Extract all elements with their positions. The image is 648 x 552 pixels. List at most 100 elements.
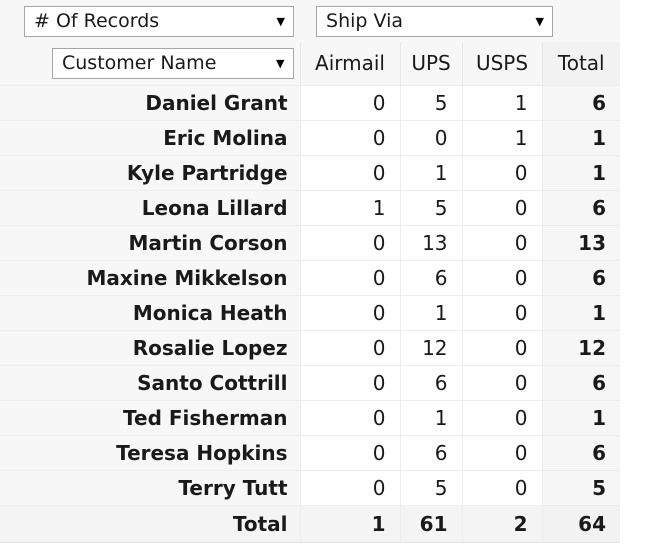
cell-total[interactable]: 12 bbox=[541, 329, 621, 365]
cell-usps[interactable]: 0 bbox=[461, 294, 543, 330]
cell-usps[interactable]: 0 bbox=[461, 259, 543, 295]
measure-dropdown-label: # Of Records bbox=[34, 9, 160, 32]
pivot-header: # Of Records ▼ Ship Via ▼ Customer Name bbox=[0, 0, 621, 85]
cell-total[interactable]: 6 bbox=[541, 434, 621, 470]
row-gutter bbox=[0, 154, 52, 190]
row-header-label[interactable]: Kyle Partridge bbox=[52, 154, 301, 190]
table-row[interactable]: Eric Molina 0 0 1 1 bbox=[0, 119, 621, 155]
table-row[interactable]: Terry Tutt 0 5 0 5 bbox=[0, 469, 621, 505]
row-header-label[interactable]: Monica Heath bbox=[52, 294, 301, 330]
cell-usps[interactable]: 0 bbox=[461, 434, 543, 470]
row-header-label[interactable]: Santo Cottrill bbox=[52, 364, 301, 400]
row-gutter bbox=[0, 469, 52, 505]
row-header-label[interactable]: Rosalie Lopez bbox=[52, 329, 301, 365]
table-row[interactable]: Leona Lillard 1 5 0 6 bbox=[0, 189, 621, 225]
cell-ups[interactable]: 6 bbox=[399, 364, 463, 400]
pivot-table-root: # Of Records ▼ Ship Via ▼ Customer Name bbox=[0, 0, 648, 552]
cell-usps[interactable]: 1 bbox=[461, 84, 543, 120]
pivot-table: # Of Records ▼ Ship Via ▼ Customer Name bbox=[0, 0, 621, 543]
row-gutter bbox=[0, 294, 52, 330]
table-row[interactable]: Martin Corson 0 13 0 13 bbox=[0, 224, 621, 260]
cell-airmail[interactable]: 0 bbox=[299, 119, 401, 155]
cell-ups[interactable]: 12 bbox=[399, 329, 463, 365]
row-gutter bbox=[0, 434, 52, 470]
column-field-selector-cell: Ship Via ▼ bbox=[300, 0, 621, 42]
column-header-total[interactable]: Total bbox=[541, 42, 621, 85]
row-header-label[interactable]: Leona Lillard bbox=[52, 189, 301, 225]
cell-ups[interactable]: 13 bbox=[399, 224, 463, 260]
table-row[interactable]: Daniel Grant 0 5 1 6 bbox=[0, 84, 621, 120]
cell-total[interactable]: 6 bbox=[541, 259, 621, 295]
cell-ups[interactable]: 0 bbox=[399, 119, 463, 155]
row-header-label[interactable]: Eric Molina bbox=[52, 119, 301, 155]
grand-total-label: Total bbox=[52, 504, 301, 543]
row-header-label[interactable]: Martin Corson bbox=[52, 224, 301, 260]
row-gutter bbox=[0, 364, 52, 400]
table-row[interactable]: Ted Fisherman 0 1 0 1 bbox=[0, 399, 621, 435]
cell-airmail[interactable]: 0 bbox=[299, 84, 401, 120]
cell-total[interactable]: 5 bbox=[541, 469, 621, 505]
column-header-airmail[interactable]: Airmail bbox=[299, 42, 401, 85]
cell-airmail[interactable]: 0 bbox=[299, 154, 401, 190]
row-gutter bbox=[0, 259, 52, 295]
cell-airmail[interactable]: 1 bbox=[299, 189, 401, 225]
chevron-down-icon: ▼ bbox=[535, 14, 545, 28]
cell-usps[interactable]: 0 bbox=[461, 469, 543, 505]
cell-total[interactable]: 13 bbox=[541, 224, 621, 260]
table-row[interactable]: Kyle Partridge 0 1 0 1 bbox=[0, 154, 621, 190]
cell-ups[interactable]: 5 bbox=[399, 469, 463, 505]
column-header-ups[interactable]: UPS bbox=[399, 42, 463, 85]
cell-total[interactable]: 6 bbox=[541, 364, 621, 400]
table-row[interactable]: Rosalie Lopez 0 12 0 12 bbox=[0, 329, 621, 365]
cell-airmail[interactable]: 0 bbox=[299, 259, 401, 295]
row-header-label[interactable]: Teresa Hopkins bbox=[52, 434, 301, 470]
row-header-label[interactable]: Ted Fisherman bbox=[52, 399, 301, 435]
cell-ups[interactable]: 6 bbox=[399, 259, 463, 295]
cell-airmail[interactable]: 0 bbox=[299, 469, 401, 505]
cell-ups[interactable]: 1 bbox=[399, 399, 463, 435]
cell-total[interactable]: 1 bbox=[541, 154, 621, 190]
cell-total[interactable]: 1 bbox=[541, 119, 621, 155]
row-header-label[interactable]: Daniel Grant bbox=[52, 84, 301, 120]
table-row[interactable]: Maxine Mikkelson 0 6 0 6 bbox=[0, 259, 621, 295]
cell-airmail[interactable]: 0 bbox=[299, 329, 401, 365]
cell-total[interactable]: 6 bbox=[541, 84, 621, 120]
cell-airmail[interactable]: 0 bbox=[299, 224, 401, 260]
chevron-down-icon: ▼ bbox=[276, 56, 285, 70]
column-header-usps[interactable]: USPS bbox=[461, 42, 543, 85]
cell-airmail[interactable]: 0 bbox=[299, 294, 401, 330]
grand-total-row: Total 1 61 2 64 bbox=[0, 504, 621, 543]
row-gutter bbox=[0, 119, 52, 155]
cell-total[interactable]: 6 bbox=[541, 189, 621, 225]
cell-usps[interactable]: 0 bbox=[461, 154, 543, 190]
table-row[interactable]: Santo Cottrill 0 6 0 6 bbox=[0, 364, 621, 400]
cell-ups[interactable]: 1 bbox=[399, 154, 463, 190]
cell-usps[interactable]: 0 bbox=[461, 399, 543, 435]
cell-usps[interactable]: 1 bbox=[461, 119, 543, 155]
cell-ups[interactable]: 5 bbox=[399, 189, 463, 225]
row-field-dropdown[interactable]: Customer Name ▼ bbox=[52, 47, 294, 79]
cell-usps[interactable]: 0 bbox=[461, 329, 543, 365]
cell-usps[interactable]: 0 bbox=[461, 364, 543, 400]
cell-airmail[interactable]: 0 bbox=[299, 399, 401, 435]
measure-dropdown[interactable]: # Of Records ▼ bbox=[24, 5, 295, 37]
cell-usps[interactable]: 0 bbox=[461, 224, 543, 260]
row-field-selector-cell: Customer Name ▼ bbox=[0, 42, 301, 85]
cell-airmail[interactable]: 0 bbox=[299, 364, 401, 400]
grand-total-ups: 61 bbox=[399, 504, 463, 543]
cell-ups[interactable]: 5 bbox=[399, 84, 463, 120]
row-gutter bbox=[0, 399, 52, 435]
table-row[interactable]: Teresa Hopkins 0 6 0 6 bbox=[0, 434, 621, 470]
row-field-and-column-headers-row: Customer Name ▼ Airmail UPS USPS Total bbox=[0, 42, 621, 85]
column-field-dropdown[interactable]: Ship Via ▼ bbox=[316, 5, 554, 37]
cell-ups[interactable]: 1 bbox=[399, 294, 463, 330]
cell-ups[interactable]: 6 bbox=[399, 434, 463, 470]
row-header-label[interactable]: Maxine Mikkelson bbox=[52, 259, 301, 295]
row-header-label[interactable]: Terry Tutt bbox=[52, 469, 301, 505]
cell-total[interactable]: 1 bbox=[541, 399, 621, 435]
column-field-dropdown-label: Ship Via bbox=[326, 9, 403, 32]
cell-total[interactable]: 1 bbox=[541, 294, 621, 330]
table-row[interactable]: Monica Heath 0 1 0 1 bbox=[0, 294, 621, 330]
cell-usps[interactable]: 0 bbox=[461, 189, 543, 225]
cell-airmail[interactable]: 0 bbox=[299, 434, 401, 470]
